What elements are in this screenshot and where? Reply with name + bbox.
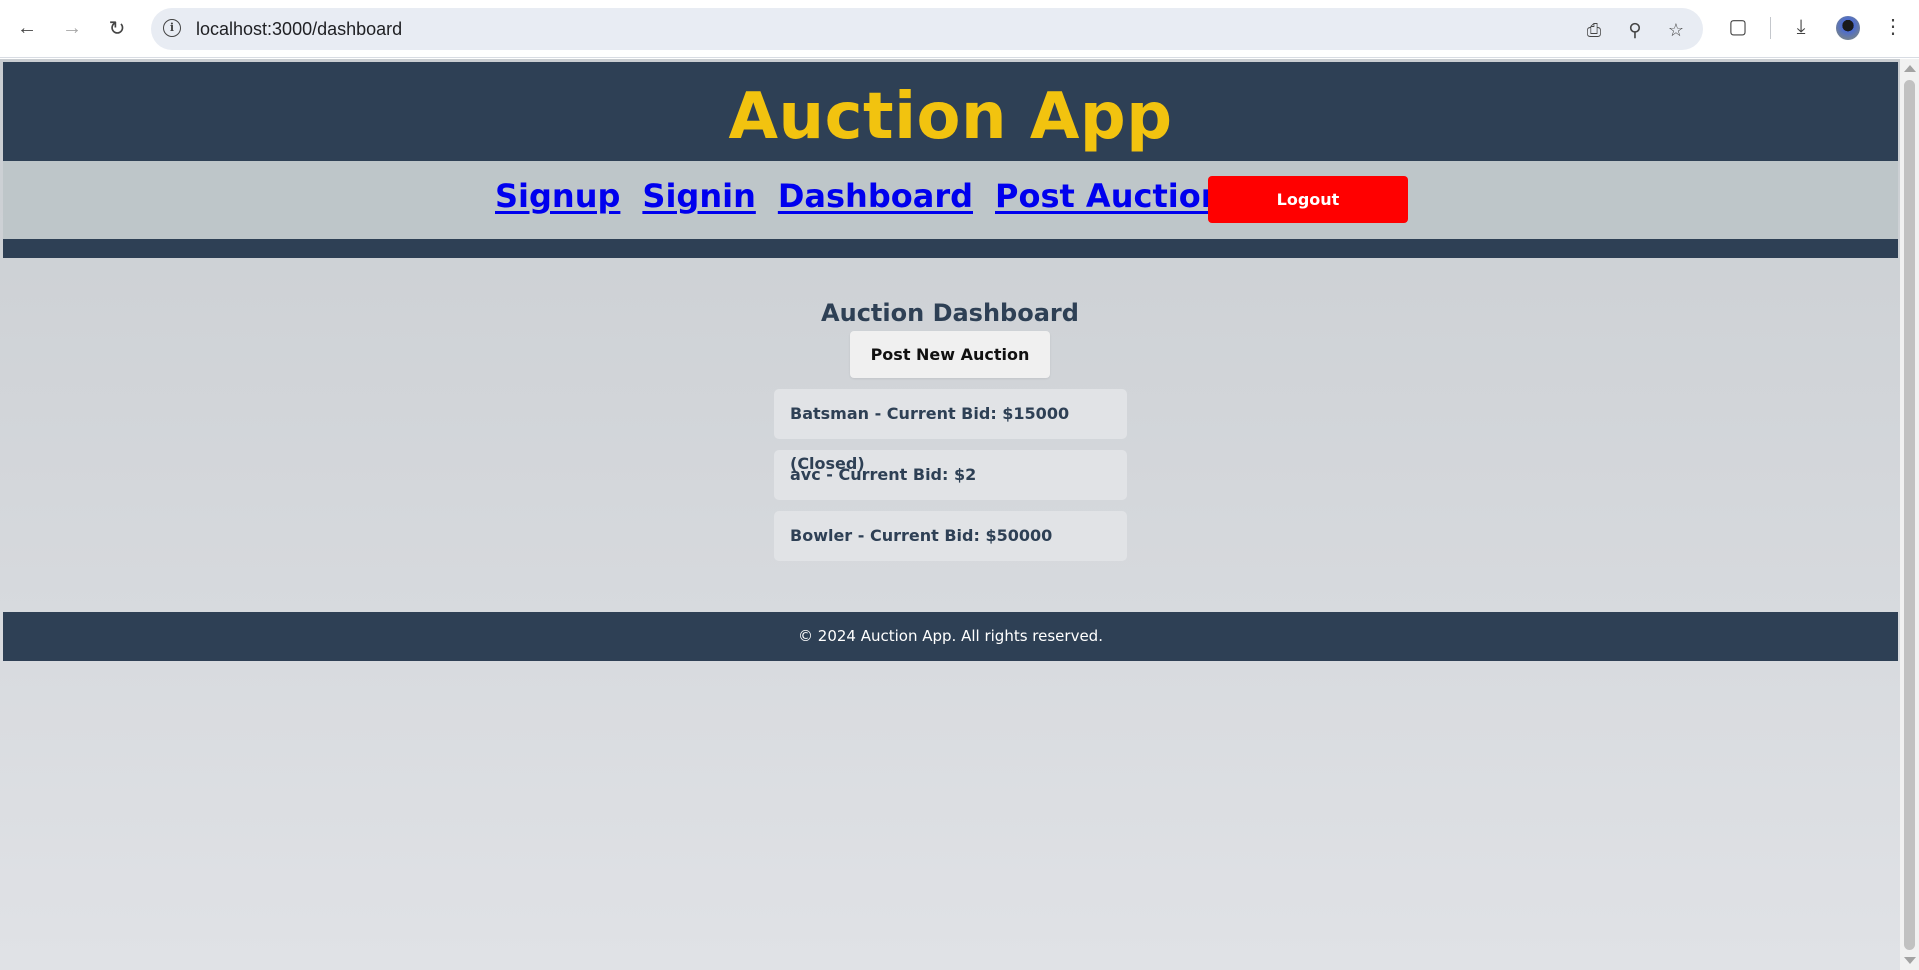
scroll-thumb[interactable] <box>1904 80 1915 950</box>
header-bottom-bar <box>3 239 1898 258</box>
zoom-icon[interactable]: ⚲ <box>1624 19 1646 41</box>
auction-item[interactable]: avc - Current Bid: $2 <box>774 450 1127 500</box>
scroll-down-arrow-icon[interactable] <box>1904 957 1916 964</box>
vertical-scrollbar[interactable] <box>1900 59 1919 970</box>
site-nav: Signup Signin Dashboard Post Auction Log… <box>3 161 1898 239</box>
back-arrow-icon[interactable]: ← <box>12 13 42 43</box>
auction-item[interactable]: Bowler - Current Bid: $50000 <box>774 511 1127 561</box>
scroll-up-arrow-icon[interactable] <box>1904 65 1916 72</box>
nav-link-signin[interactable]: Signin <box>642 177 755 215</box>
address-bar[interactable]: i localhost:3000/dashboard ⎙ ⚲ ☆ <box>151 8 1703 50</box>
toolbar-divider <box>1770 17 1771 39</box>
url-text[interactable]: localhost:3000/dashboard <box>196 19 402 40</box>
logout-button[interactable]: Logout <box>1208 176 1408 223</box>
browser-toolbar: ← → ↻ i localhost:3000/dashboard ⎙ ⚲ ☆ ▢… <box>0 0 1919 58</box>
app-title: Auction App <box>728 80 1173 154</box>
nav-link-post-auction[interactable]: Post Auction <box>995 177 1223 215</box>
page-viewport: Auction App Signup Signin Dashboard Post… <box>0 59 1900 970</box>
post-new-auction-button[interactable]: Post New Auction <box>850 331 1050 378</box>
site-footer: © 2024 Auction App. All rights reserved. <box>3 612 1898 661</box>
nav-links: Signup Signin Dashboard Post Auction <box>495 177 1223 215</box>
install-app-icon[interactable]: ⎙ <box>1583 19 1605 41</box>
profile-avatar[interactable] <box>1836 16 1860 40</box>
auction-item[interactable]: Batsman - Current Bid: $15000 (Closed) <box>774 389 1127 473</box>
nav-link-signup[interactable]: Signup <box>495 177 620 215</box>
menu-dots-icon[interactable]: ⋮ <box>1880 14 1906 40</box>
info-icon[interactable]: i <box>163 19 181 37</box>
nav-link-dashboard[interactable]: Dashboard <box>778 177 973 215</box>
site-header: Auction App <box>3 62 1898 161</box>
forward-arrow-icon[interactable]: → <box>57 13 87 43</box>
page-title: Auction Dashboard <box>821 299 1079 327</box>
auction-list: Batsman - Current Bid: $15000 (Closed) a… <box>774 389 1127 572</box>
download-icon[interactable]: ⤓ <box>1788 14 1814 40</box>
reload-icon[interactable]: ↻ <box>102 13 132 43</box>
bookmark-star-icon[interactable]: ☆ <box>1665 19 1687 41</box>
extensions-icon[interactable]: ▢ <box>1725 14 1751 40</box>
